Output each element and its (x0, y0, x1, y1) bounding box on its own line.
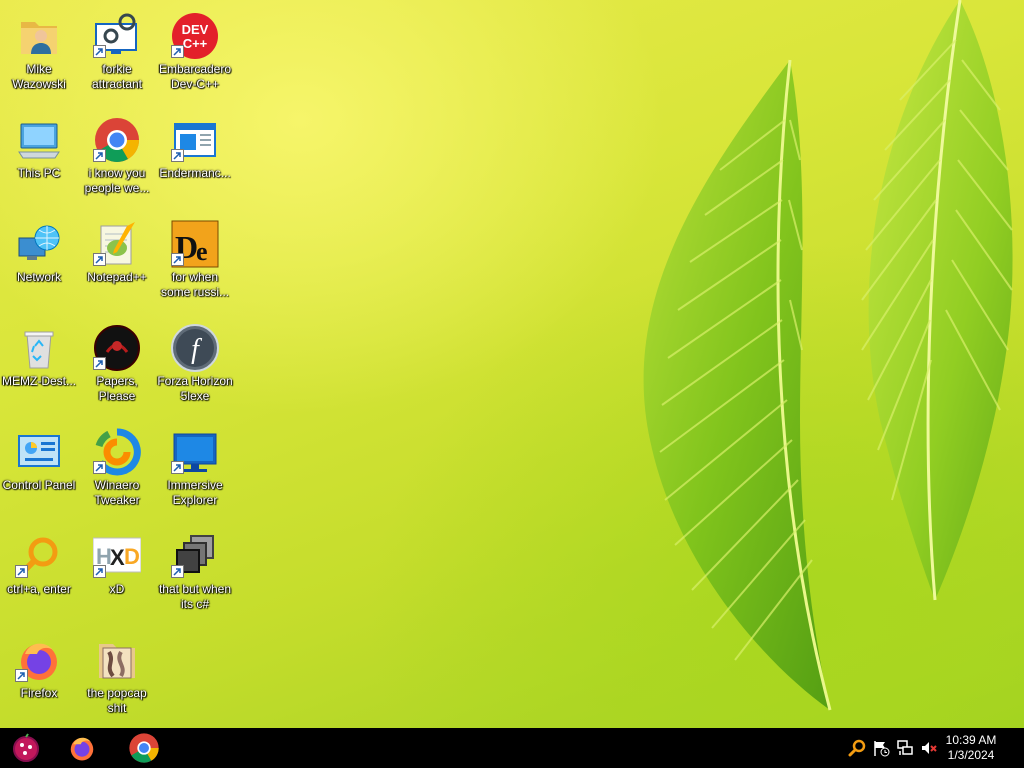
svg-text:D: D (124, 544, 140, 569)
chrome-icon (129, 733, 159, 763)
shortcut-arrow-icon (15, 669, 28, 682)
taskbar: 10:39 AM 1/3/2024 (0, 728, 1024, 768)
computer-icon (18, 123, 60, 159)
desktop-icon-ctrl-a-enter[interactable]: ctrl+a, enter (0, 524, 78, 620)
svg-text:C++: C++ (183, 36, 208, 51)
desktop-icon-label: the popcap shit (87, 686, 147, 715)
start-orb-icon (13, 733, 39, 762)
desktop-icon-label: xD (109, 582, 125, 596)
svg-text:X: X (110, 545, 125, 570)
desktop-icon-label: forkie attractant (91, 62, 143, 91)
taskbar-chrome-button[interactable] (118, 728, 170, 768)
desktop-icon-the-popcap-shit[interactable]: the popcap shit (78, 628, 156, 724)
shortcut-arrow-icon (93, 45, 106, 58)
desktop-icon-forkie-attractant[interactable]: forkie attractant (78, 4, 156, 100)
desktop-icon-xd[interactable]: H X D xD (78, 524, 156, 620)
desktop-icon-label: Immersive Explorer (167, 478, 223, 507)
desktop-icon-label: that but when its c# (158, 582, 232, 611)
desktop-icon-immersive-explorer[interactable]: Immersive Explorer (156, 420, 234, 516)
shortcut-arrow-icon (93, 149, 106, 162)
desktop-icon-network[interactable]: Network (0, 212, 78, 308)
desktop-icon-label: MEMZ-Dest... (2, 374, 76, 388)
taskbar-firefox-button[interactable] (56, 728, 108, 768)
magnifier-tray-icon[interactable] (848, 739, 866, 757)
shortcut-arrow-icon (171, 45, 184, 58)
desktop-icon-label: ctrl+a, enter (7, 582, 71, 596)
desktop-icon-memz[interactable]: MEMZ-Dest... (0, 316, 78, 412)
clock-time: 10:39 AM (945, 733, 997, 747)
desktop-icon-mike-wazowski[interactable]: Mike Wazowski (0, 4, 78, 100)
desktop-icon-label: Endermanc... (159, 166, 231, 180)
user-folder-icon (21, 22, 57, 54)
shortcut-arrow-icon (93, 253, 106, 266)
desktop-icon-firefox[interactable]: Firefox (0, 628, 78, 724)
desktop-icon-label: Forza Horizon 5lexe (157, 374, 233, 403)
desktop-icon-label: Firefox (20, 686, 58, 700)
desktop-icon-this-pc[interactable]: This PC (0, 108, 78, 204)
desktop-icon-label: Mike Wazowski (12, 62, 66, 91)
shortcut-arrow-icon (93, 565, 106, 578)
desktop-icon-endermanc[interactable]: Endermanc... (156, 108, 234, 204)
popcap-folder-icon (99, 644, 135, 679)
network-globe-icon (18, 225, 60, 260)
network-tray-icon[interactable] (896, 739, 914, 757)
desktop-icon-label: This PC (17, 166, 61, 180)
clock-date: 1/3/2024 (947, 748, 995, 762)
shortcut-arrow-icon (15, 565, 28, 578)
shortcut-arrow-icon (171, 565, 184, 578)
desktop-icon-papers-please[interactable]: Papers, Please (78, 316, 156, 412)
recycle-bin-icon (24, 331, 54, 369)
firefox-icon (70, 737, 94, 761)
desktop-icon-label: Control Panel (2, 478, 76, 492)
desktop-icon-forza-horizon[interactable]: f Forza Horizon 5lexe (156, 316, 234, 412)
action-center-flag-icon[interactable] (872, 739, 890, 757)
desktop-icon-label: for when some russi... (160, 270, 229, 299)
desktop-icon-embarcadero-devcpp[interactable]: DEV C++ Embarcadero Dev-C++ (156, 4, 234, 100)
desktop-icon-label: Winaero Tweaker (94, 478, 140, 507)
taskbar-clock[interactable]: 10:39 AM 1/3/2024 (936, 733, 1006, 763)
svg-text:DEV: DEV (182, 22, 209, 37)
desktop-icon-label: Notepad++ (87, 270, 147, 284)
svg-text:e: e (196, 237, 208, 266)
desktop-icon-i-know-you-people[interactable]: i know you people we... (78, 108, 156, 204)
flash-icon: f (171, 324, 219, 372)
shortcut-arrow-icon (171, 253, 184, 266)
desktop-icon-notepadpp[interactable]: Notepad++ (78, 212, 156, 308)
desktop-icon-label: Embarcadero Dev-C++ (158, 62, 232, 91)
desktop-icon-winaero-tweaker[interactable]: Winaero Tweaker (78, 420, 156, 516)
control-panel-icon (18, 435, 60, 467)
desktop-icon-for-when-some-russi[interactable]: D e for when some russi... (156, 212, 234, 308)
shortcut-arrow-icon (93, 357, 106, 370)
desktop-icon-control-panel[interactable]: Control Panel (0, 420, 78, 516)
shortcut-arrow-icon (93, 461, 106, 474)
desktop-icon-label: i know you people we... (84, 166, 150, 195)
shortcut-arrow-icon (171, 461, 184, 474)
desktop[interactable]: Mike Wazowski This PC Network MEMZ-Dest.… (0, 0, 1024, 728)
desktop-icon-that-but-when-its-csharp[interactable]: that but when its c# (156, 524, 234, 620)
desktop-icon-label: Network (16, 270, 61, 284)
shortcut-arrow-icon (171, 149, 184, 162)
desktop-icon-label: Papers, Please (96, 374, 138, 403)
start-button[interactable] (0, 728, 52, 768)
